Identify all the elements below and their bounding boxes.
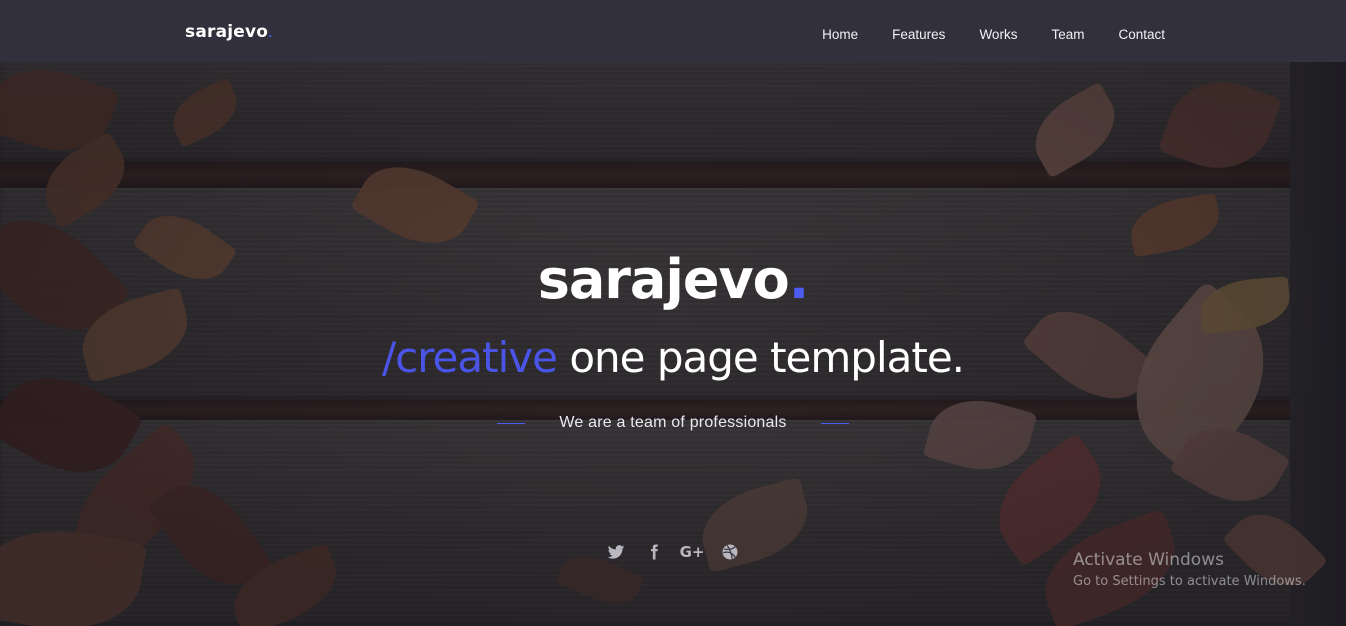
twitter-icon[interactable] xyxy=(606,542,626,562)
hero-subtitle: /creative one page template. xyxy=(0,333,1346,382)
google-plus-label: G+ xyxy=(679,543,705,561)
tagline-row: We are a team of professionals xyxy=(0,414,1346,432)
nav-link-works[interactable]: Works xyxy=(979,27,1017,42)
tagline-divider-left xyxy=(497,422,526,424)
brand-logo[interactable]: sarajevo. xyxy=(185,22,273,42)
watermark-title: Activate Windows xyxy=(1073,550,1224,570)
nav-menu: Home Features Works Team Contact xyxy=(822,27,1165,42)
navbar: sarajevo. Home Features Works Team Conta… xyxy=(0,0,1346,62)
facebook-icon[interactable] xyxy=(644,542,664,562)
hero-title-dot: . xyxy=(788,248,809,311)
tagline-divider-right xyxy=(820,422,849,424)
brand-dot: . xyxy=(268,27,273,40)
nav-link-home[interactable]: Home xyxy=(822,27,858,42)
hero-subtitle-accent: /creative xyxy=(381,333,558,382)
hero-subtitle-rest: one page template. xyxy=(556,333,965,382)
brand-name: sarajevo xyxy=(185,22,269,42)
tagline: We are a team of professionals xyxy=(559,414,787,431)
nav-link-contact[interactable]: Contact xyxy=(1118,27,1165,42)
hero-title: sarajevo. xyxy=(0,248,1346,311)
hero-background-image xyxy=(0,0,1346,626)
activate-windows-watermark: Activate Windows Go to Settings to activ… xyxy=(1073,550,1306,589)
nav-link-features[interactable]: Features xyxy=(892,27,945,42)
google-plus-icon[interactable]: G+ xyxy=(679,542,705,562)
hero-title-text: sarajevo xyxy=(537,248,790,311)
nav-link-team[interactable]: Team xyxy=(1051,27,1084,42)
dribbble-icon[interactable] xyxy=(720,542,740,562)
social-links: G+ xyxy=(606,542,740,562)
watermark-subtitle: Go to Settings to activate Windows. xyxy=(1073,574,1306,589)
